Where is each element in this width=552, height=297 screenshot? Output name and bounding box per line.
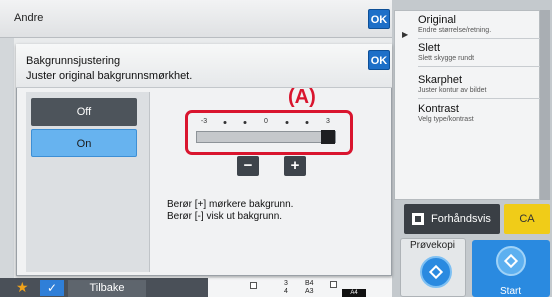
feature-title: Original: [418, 14, 456, 26]
check-icon[interactable]: ✓: [40, 280, 64, 296]
increase-button[interactable]: +: [284, 156, 306, 176]
tray-indicator: [250, 282, 257, 289]
on-button[interactable]: On: [31, 129, 137, 157]
ca-button[interactable]: CA: [504, 204, 550, 234]
proof-copy-label: Prøvekopi: [410, 240, 456, 251]
screen-title: Andre: [14, 12, 44, 24]
feature-sharpness[interactable]: Skarphet Juster kontur av bildet: [418, 74, 542, 95]
diamond-icon: [503, 253, 519, 269]
start-icon: [496, 246, 526, 276]
help-text-lighter: Berør [-] visk ut bakgrunn.: [167, 211, 283, 222]
dialog-ok-button[interactable]: OK: [368, 50, 390, 70]
feature-title: Kontrast: [418, 103, 459, 115]
tray-size: B4: [305, 280, 314, 287]
callout-label: (A): [288, 86, 316, 108]
feature-divider: [418, 66, 540, 67]
preview-button[interactable]: Forhåndsvis: [404, 204, 500, 234]
start-label: Start: [500, 286, 522, 297]
slider-track[interactable]: [196, 131, 336, 143]
tray-size: A3: [305, 288, 314, 295]
left-strip: [0, 38, 14, 278]
slider-tick-dot: [305, 121, 309, 124]
slider-tick-label: -3: [200, 118, 208, 125]
slider-tick-dot: [223, 121, 227, 124]
dialog-subtitle: Juster original bakgrunnsmørkhet.: [26, 70, 193, 82]
play-icon: ▶: [402, 30, 409, 39]
selected-tray: A4: [342, 289, 366, 297]
help-text-darker: Berør [+] mørkere bakgrunn.: [167, 199, 294, 210]
top-bar: Andre: [0, 0, 392, 38]
dialog-title: Bakgrunnsjustering: [26, 55, 121, 67]
feature-erase[interactable]: Slett Slett skygge rundt: [418, 42, 542, 63]
slider-tick-dot: [285, 121, 289, 124]
slider-tick-dot: [243, 121, 247, 124]
tray-indicator: [330, 281, 337, 288]
feature-subtitle: Slett skygge rundt: [418, 55, 475, 62]
feature-contrast[interactable]: Kontrast Velg type/kontrast: [418, 103, 542, 124]
feature-title: Skarphet: [418, 74, 463, 86]
off-button[interactable]: Off: [31, 98, 137, 126]
slider-tick-label: 0: [264, 118, 268, 125]
slider-tick-label: 3: [326, 118, 330, 125]
feature-original[interactable]: Original Endre størrelse/retning.: [418, 14, 542, 35]
proof-copy-icon: [420, 256, 452, 288]
star-icon[interactable]: ★: [16, 279, 29, 296]
feature-divider: [418, 98, 540, 99]
feature-subtitle: Juster kontur av bildet: [418, 87, 487, 94]
back-button[interactable]: Tilbake: [68, 280, 146, 297]
feature-scrollbar[interactable]: [540, 10, 550, 200]
tray-number: 3: [284, 280, 288, 287]
slider-thumb[interactable]: [321, 130, 335, 144]
feature-subtitle: Endre størrelse/retning.: [418, 27, 492, 34]
feature-title: Slett: [418, 42, 441, 54]
preview-icon: [412, 213, 424, 225]
decrease-button[interactable]: −: [237, 156, 259, 176]
tray-number: 4: [284, 288, 288, 295]
top-ok-button[interactable]: OK: [368, 9, 390, 29]
feature-divider: [418, 38, 540, 39]
feature-subtitle: Velg type/kontrast: [418, 116, 474, 123]
diamond-icon: [428, 264, 444, 280]
background-slider[interactable]: -3 0 3: [196, 118, 344, 148]
preview-label: Forhåndsvis: [431, 213, 491, 225]
